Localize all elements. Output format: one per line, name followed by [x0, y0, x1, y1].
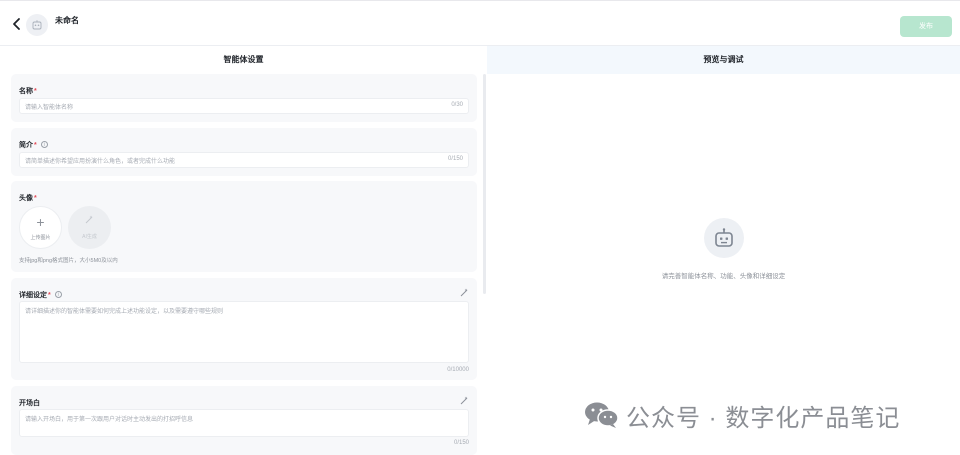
intro-card: 简介* i 请简单描述你希望应用扮演什么角色，或者完成什么功能 0/150 — [11, 128, 477, 176]
app: 未命名 发布 智能体设置 名称* 请输入智能体名称 0/30 简介* i 请简单描… — [0, 0, 960, 455]
ai-generate-button[interactable]: AI生成 — [68, 206, 111, 249]
detail-counter: 0/10000 — [447, 367, 469, 373]
settings-scrollbar[interactable] — [483, 74, 486, 294]
intro-counter: 0/150 — [447, 156, 463, 162]
publish-button[interactable]: 发布 — [900, 16, 952, 37]
opening-placeholder: 请输入开场白，用于第一次跟用户对话时主动发出的打招呼信息 — [25, 417, 194, 423]
top-bar: 未命名 发布 — [0, 0, 960, 46]
name-input[interactable]: 请输入智能体名称 0/30 — [19, 98, 469, 114]
upload-label: 上传图片 — [30, 235, 51, 241]
wechat-icon — [585, 402, 619, 428]
robot-icon — [32, 20, 42, 30]
detail-placeholder: 请详细描述你的智能体需要如何完成上述功能设定，以及需要遵守哪些规则 — [25, 309, 224, 315]
name-card: 名称* 请输入智能体名称 0/30 — [11, 74, 477, 122]
name-label: 名称* — [19, 88, 37, 95]
avatar-card: 头像* + 上传图片 AI生成 支持jpg和png格式图片，大小5M0及以内 — [11, 181, 477, 272]
detail-card: 详细设定* i 请详细描述你的智能体需要如何完成上述功能设定，以及需要遵守哪些规则… — [11, 278, 477, 380]
opening-counter: 0/150 — [453, 440, 469, 446]
avatar-hint: 支持jpg和png格式图片，大小5M0及以内 — [19, 258, 118, 264]
detail-textarea[interactable]: 请详细描述你的智能体需要如何完成上述功能设定，以及需要遵守哪些规则 — [19, 301, 469, 363]
ai-optimize-icon[interactable] — [460, 396, 469, 405]
avatar-label: 头像* — [19, 195, 37, 202]
robot-placeholder — [704, 218, 744, 258]
agent-name: 未命名 — [55, 16, 79, 25]
ai-generate-label: AI生成 — [82, 234, 97, 240]
settings-title: 智能体设置 — [223, 55, 264, 64]
watermark-text: 公众号 · 数字化产品笔记 — [626, 404, 901, 432]
agent-avatar[interactable] — [26, 14, 48, 36]
upload-image-button[interactable]: + 上传图片 — [19, 206, 62, 249]
ai-optimize-icon[interactable] — [460, 288, 469, 297]
opening-card: 开场白 请输入开场白，用于第一次跟用户对话时主动发出的打招呼信息 0/150 — [11, 386, 477, 455]
intro-placeholder: 请简单描述你希望应用扮演什么角色，或者完成什么功能 — [25, 159, 176, 165]
plus-icon: + — [36, 214, 45, 230]
name-placeholder: 请输入智能体名称 — [25, 105, 74, 111]
settings-panel: 智能体设置 名称* 请输入智能体名称 0/30 简介* i 请简单描述你希望应用扮… — [0, 46, 487, 455]
preview-empty-hint: 请完善智能体名称、功能、头像和详细设定 — [661, 273, 786, 280]
info-icon[interactable]: i — [54, 291, 62, 298]
preview-title: 预览与调试 — [487, 46, 960, 74]
magic-wand-icon — [85, 215, 93, 224]
info-icon[interactable]: i — [40, 141, 48, 148]
name-counter: 0/30 — [451, 102, 463, 108]
intro-input[interactable]: 请简单描述你希望应用扮演什么角色，或者完成什么功能 0/150 — [19, 152, 469, 168]
watermark: 公众号 · 数字化产品笔记 — [584, 400, 901, 432]
detail-label: 详细设定* i — [19, 290, 62, 300]
preview-panel: 预览与调试 请完善智能体名称、功能、头像和详细设定 — [487, 46, 960, 455]
robot-icon — [715, 228, 733, 247]
intro-label: 简介* i — [19, 140, 48, 150]
settings-scroll-area: 名称* 请输入智能体名称 0/30 简介* i 请简单描述你希望应用扮演什么角色，… — [0, 74, 487, 455]
opening-textarea[interactable]: 请输入开场白，用于第一次跟用户对话时主动发出的打招呼信息 — [19, 409, 469, 437]
opening-label: 开场白 — [19, 400, 40, 407]
back-icon[interactable] — [10, 17, 24, 31]
